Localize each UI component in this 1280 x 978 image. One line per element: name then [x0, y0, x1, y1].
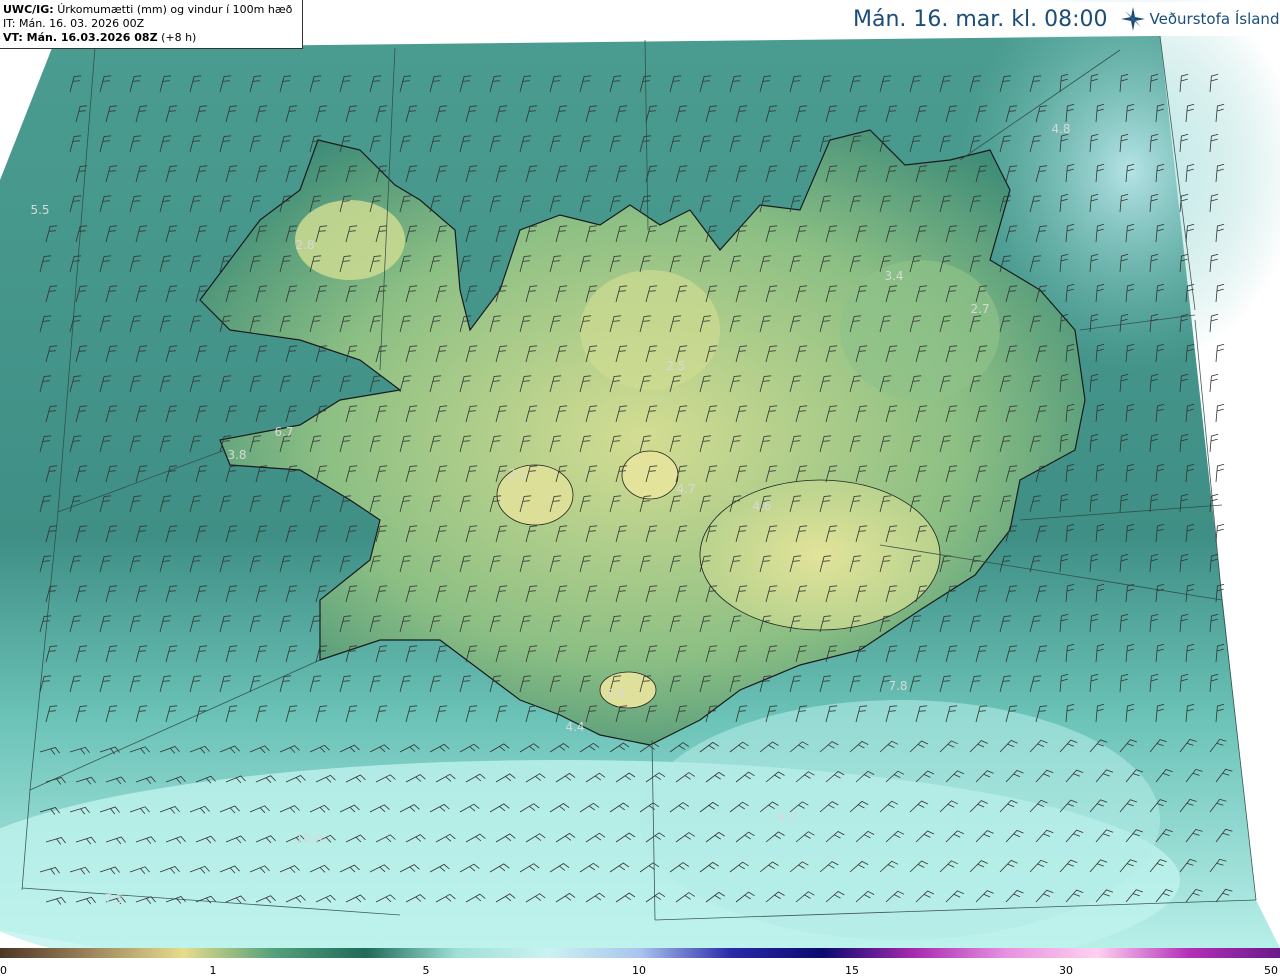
precip-value-label: 3.8 [227, 448, 246, 462]
info-box: UWC/IG: Úrkomumætti (mm) og vindur í 100… [0, 0, 303, 49]
colorbar-tick-label: 15 [845, 964, 859, 977]
precip-value-label: 2.7 [970, 302, 989, 316]
east-highland [840, 260, 1000, 400]
valid-time: VT: Mán. 16.03.2026 08Z [3, 31, 158, 44]
colorbar-tick-label: 0 [0, 964, 7, 977]
precip-value-label: 7.5 [104, 892, 123, 906]
vatnajokull-area [699, 479, 941, 631]
forecast-datetime: Mán. 16. mar. kl. 08:00 [853, 6, 1108, 32]
precip-value-label: 4.6 [752, 499, 771, 513]
colorbar-tick-label: 1 [209, 964, 217, 977]
hofsjokull-area [621, 450, 679, 500]
precip-value-label: 2.9 [606, 687, 625, 701]
title-box: Mán. 16. mar. kl. 08:00 Veðurstofa Íslan… [848, 2, 1280, 36]
initial-time: IT: Mán. 16. 03. 2026 00Z [3, 17, 145, 30]
forecast-map-view: 5.5 2.8 6.7 3.8 2.1 2.5 4.7 3.4 2.7 4.8 4.6 2.9 4.4 7… [0, 0, 1280, 978]
precip-value-label: 6.7 [777, 811, 796, 825]
precip-value-label: 4.7 [676, 482, 695, 496]
precip-value-label: 3.4 [884, 269, 903, 283]
vedurstofa-logo-icon [1120, 7, 1145, 31]
colorbar-gradient [0, 948, 1280, 958]
precip-value-label: 2.8 [295, 238, 314, 252]
precipitation-map: 5.5 2.8 6.7 3.8 2.1 2.5 4.7 3.4 2.7 4.8 4.6 2.9 4.4 7… [0, 0, 1280, 948]
precip-value-label: 2.5 [666, 359, 685, 373]
product-description: Úrkomumætti (mm) og vindur í 100m hæð [57, 3, 293, 16]
colorbar-tick-label: 50 [1264, 964, 1278, 977]
colorbar-tick-label: 5 [422, 964, 430, 977]
colorbar-tick-label: 10 [632, 964, 646, 977]
precip-value-label: 7.8 [888, 679, 907, 693]
valid-offset: (+8 h) [161, 31, 197, 44]
precip-value-label: 4.8 [1051, 122, 1070, 136]
vedurstofa-logo-text: Veðurstofa Íslands [1149, 10, 1280, 28]
precip-value-label: 10.0 [296, 832, 323, 846]
precip-value-label: 6.7 [274, 425, 293, 439]
colorbar: 0 1 5 10 15 30 50 [0, 948, 1280, 978]
precip-value-label: 4.4 [565, 720, 584, 734]
precip-value-label: 2.1 [508, 467, 527, 481]
light-rain-south-east [640, 700, 1160, 940]
product-code: UWC/IG: [3, 3, 54, 16]
vedurstofa-logo: Veðurstofa Íslands [1120, 6, 1280, 32]
colorbar-tick-label: 30 [1059, 964, 1073, 977]
precip-value-label: 5.5 [30, 203, 49, 217]
